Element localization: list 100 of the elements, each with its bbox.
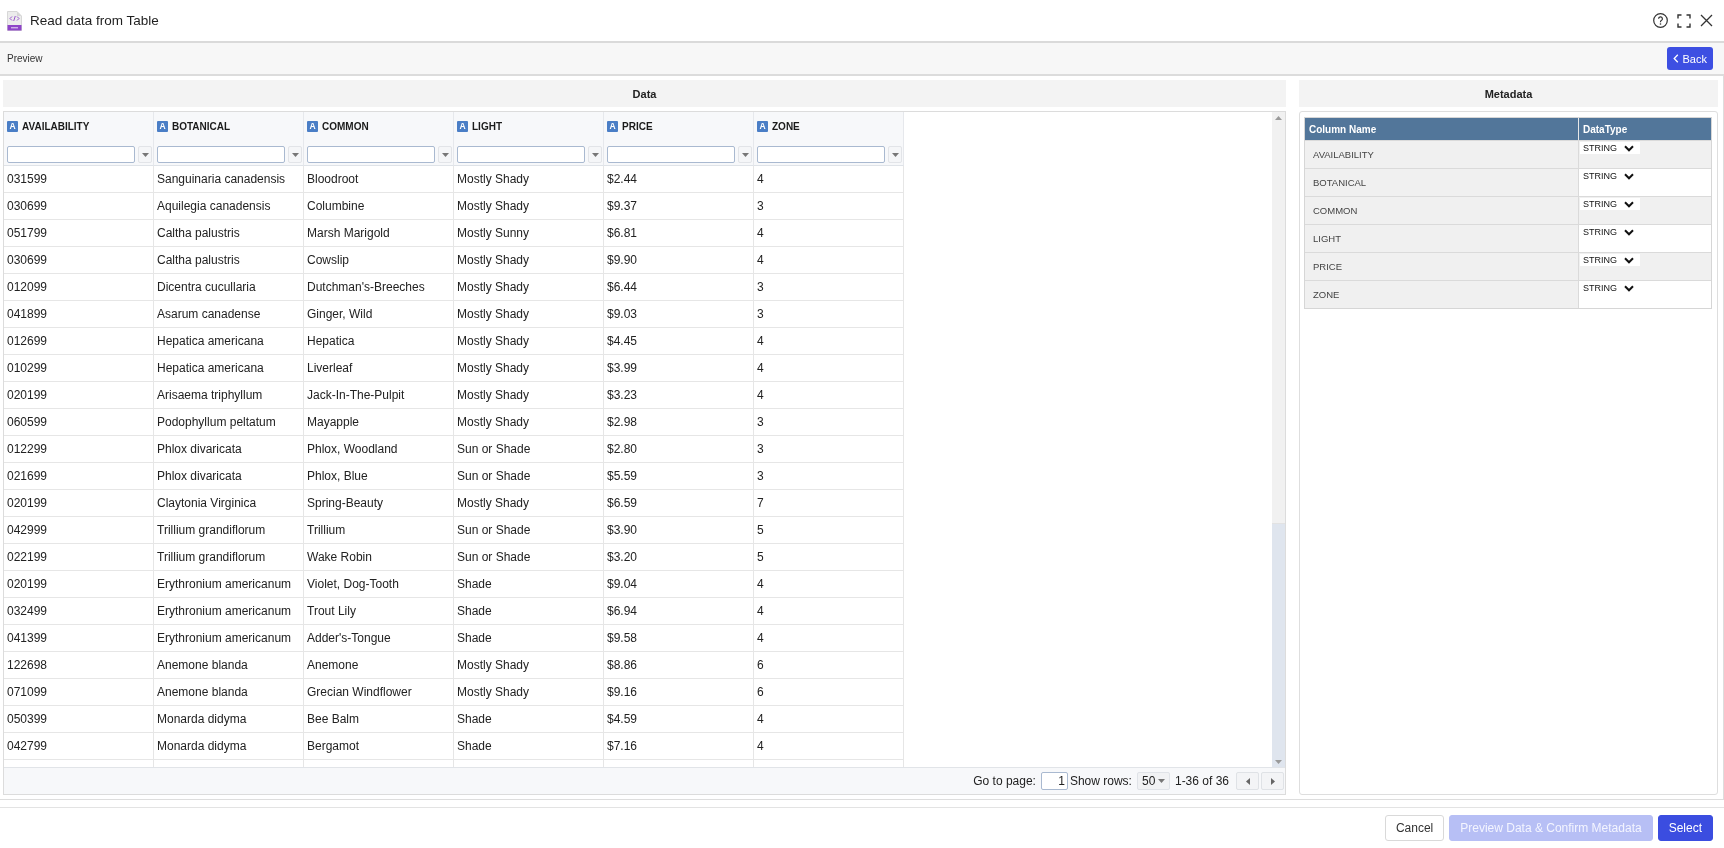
table-cell: Shade [454,706,604,733]
table-cell: Monarda didyma [154,733,304,760]
caret-down-icon [141,152,149,157]
scroll-up-icon[interactable] [1275,115,1282,120]
table-cell: Violet, Dog-Tooth [304,571,454,598]
filter-dropdown-button[interactable] [738,146,752,163]
back-button[interactable]: Back [1666,47,1713,70]
table-cell: Jack-In-The-Pulpit [304,382,454,409]
table-cell: Sanguinaria canadensis [154,166,304,193]
table-cell: LIGHT [1305,224,1578,252]
table-cell: Hepatica [304,328,454,355]
type-badge: A [607,120,618,132]
table-cell: Mostly Shady [454,274,604,301]
filter-field[interactable] [607,146,735,163]
filter-field[interactable] [757,146,885,163]
filter-field[interactable] [157,146,285,163]
table-cell: $3.99 [604,355,754,382]
triangle-right-icon [1270,777,1275,785]
table-cell: 042999 [4,517,154,544]
table-cell: Bergamot [304,733,454,760]
data-type-select[interactable]: STRING [1580,254,1640,266]
filter-field[interactable] [7,146,135,163]
next-page-button[interactable] [1261,772,1284,790]
table-cell: 022199 [4,544,154,571]
data-type-select[interactable]: STRING [1580,142,1640,154]
rows-per-page-select[interactable]: 50 [1136,772,1170,790]
table-cell: 020199 [4,490,154,517]
table-cell: $9.90 [604,247,754,274]
table-cell: $6.94 [604,598,754,625]
table-cell: 041899 [4,301,154,328]
preview-label: Preview [7,53,43,64]
filter-dropdown-button[interactable] [438,146,452,163]
help-icon[interactable] [1653,13,1668,28]
table-cell: COMMON [1305,196,1578,224]
table-cell: 030699 [4,193,154,220]
table-cell: 012699 [4,328,154,355]
table-cell: Liverleaf [304,355,454,382]
chevron-down-icon [1624,284,1634,292]
table-cell: $9.16 [604,679,754,706]
table-cell: 051799 [4,220,154,247]
table-cell: 6 [754,679,904,706]
table-cell: Trillium [304,517,454,544]
cancel-button[interactable]: Cancel [1384,815,1445,841]
table-cell: Claytonia Virginica [154,490,304,517]
filter-dropdown-button[interactable] [588,146,602,163]
caret-down-icon [591,152,599,157]
table-cell: Cowslip [304,247,454,274]
table-cell: 012299 [4,436,154,463]
filter-field[interactable] [457,146,585,163]
table-cell: 3 [754,463,904,490]
table-cell: Anemone [304,652,454,679]
chevron-down-icon [1624,200,1634,208]
table-cell: $9.04 [604,571,754,598]
table-cell: 4 [754,220,904,247]
table-cell: Mostly Shady [454,679,604,706]
table-cell: Anemone blanda [154,652,304,679]
table-cell: Sun or Shade [454,517,604,544]
table-cell: 020199 [4,571,154,598]
table-cell: 012099 [4,274,154,301]
table-cell: Grecian Windflower [304,679,454,706]
table-cell: 3 [754,301,904,328]
table-cell: Phlox divaricata [154,463,304,490]
vertical-scrollbar[interactable] [1272,112,1285,767]
table-cell: 5 [754,544,904,571]
filter-dropdown-button[interactable] [288,146,302,163]
table-cell: Mostly Shady [454,652,604,679]
data-type-select[interactable]: STRING [1580,198,1640,210]
chevron-down-icon [1624,144,1634,152]
table-cell: $3.20 [604,544,754,571]
table-cell: Shade [454,625,604,652]
window-title: Read data from Table [30,13,159,28]
previous-page-button[interactable] [1236,772,1259,790]
fullscreen-icon[interactable] [1677,13,1691,28]
filter-dropdown-button[interactable] [888,146,902,163]
table-cell: 4 [754,571,904,598]
scrollbar-thumb[interactable] [1272,123,1285,524]
filter-dropdown-button[interactable] [138,146,152,163]
table-cell: Trout Lily [304,598,454,625]
filter-field[interactable] [307,146,435,163]
table-cell: $9.03 [604,301,754,328]
table-cell: Wake Robin [304,544,454,571]
table-cell: Spring-Beauty [304,490,454,517]
table-cell: Shade [454,733,604,760]
table-cell: Columbine [304,193,454,220]
caret-down-icon [891,152,899,157]
scroll-down-icon[interactable] [1275,759,1282,764]
table-cell: Aquilegia canadensis [154,193,304,220]
select-button[interactable]: Select [1657,815,1713,841]
table-cell: Sun or Shade [454,436,604,463]
close-icon[interactable] [1700,14,1713,27]
caret-down-icon [441,152,449,157]
table-cell: 4 [754,625,904,652]
show-rows-label: Show rows: [1069,774,1132,788]
table-cell: Mostly Shady [454,409,604,436]
code-file-icon [7,10,22,31]
go-to-page-label: Go to page: [973,774,1036,788]
page-number-field[interactable]: 1 [1040,772,1068,790]
table-cell: 030699 [4,247,154,274]
table-cell: 6 [754,652,904,679]
table-cell: Mostly Shady [454,193,604,220]
